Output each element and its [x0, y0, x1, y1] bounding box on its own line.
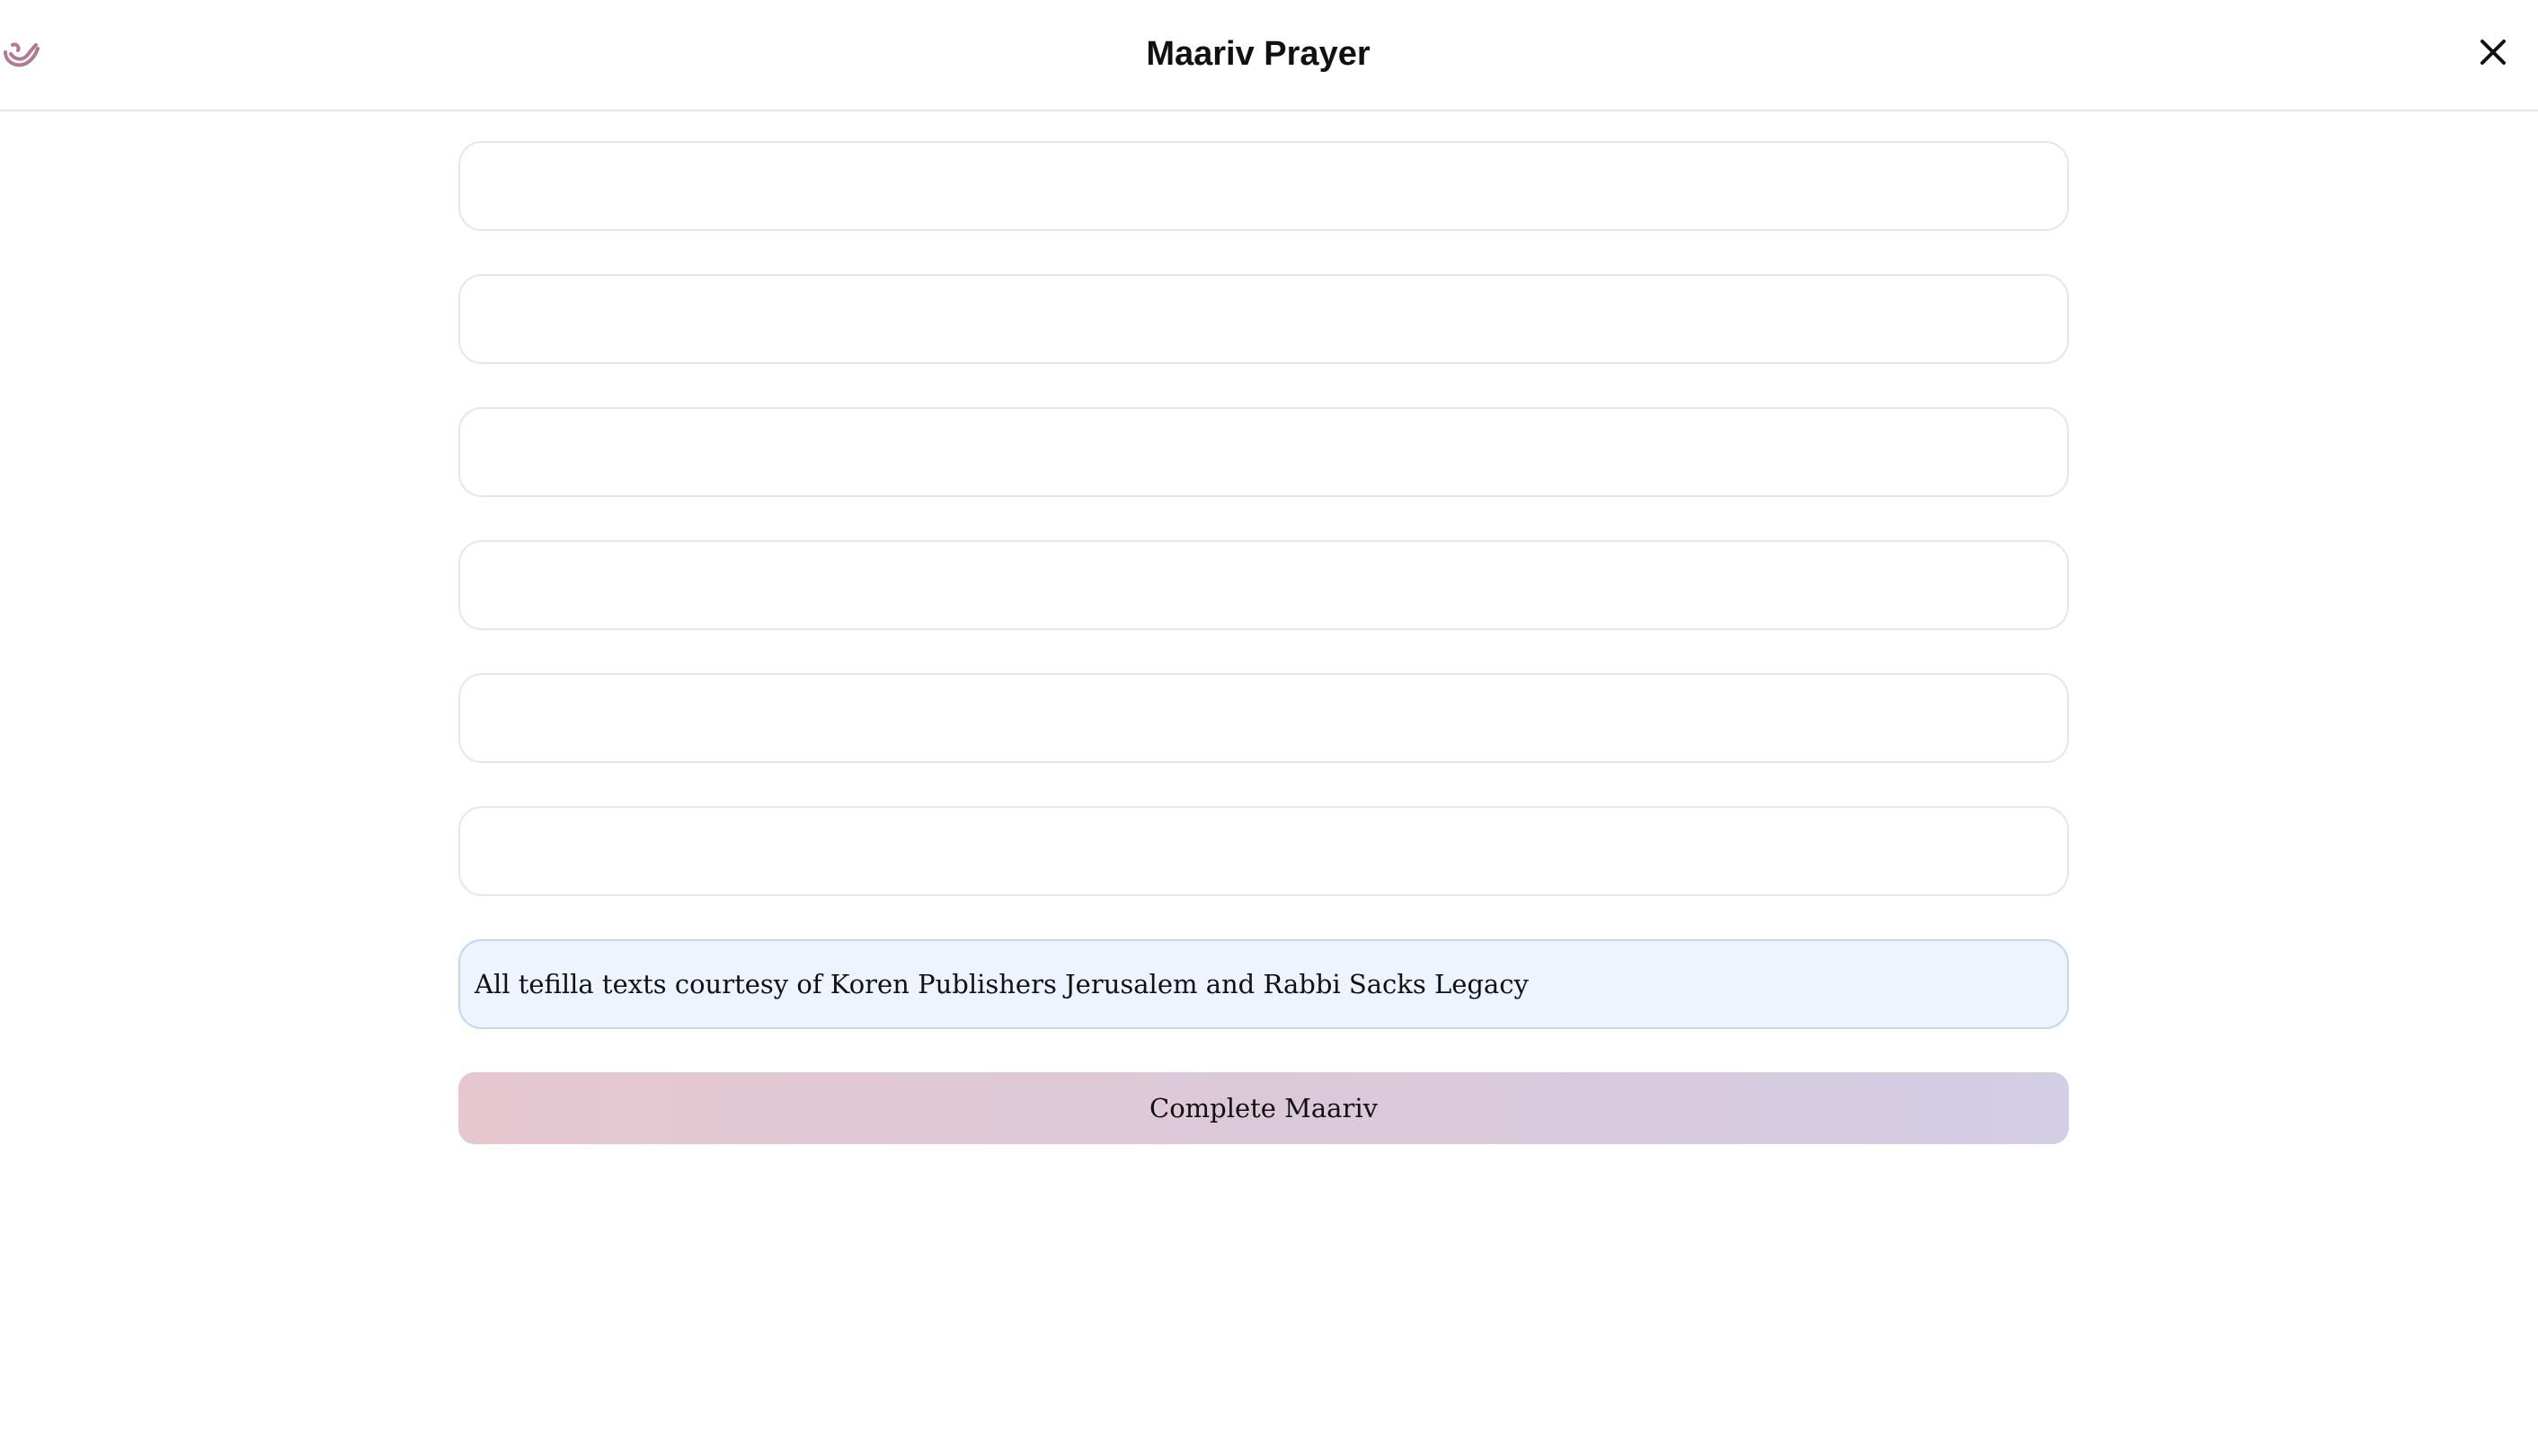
- prayer-section-card[interactable]: [458, 673, 2069, 763]
- app-header: Maariv Prayer: [0, 0, 2538, 111]
- complete-maariv-button[interactable]: Complete Maariv: [458, 1072, 2069, 1144]
- prayer-section-card[interactable]: [458, 806, 2069, 896]
- complete-maariv-label: Complete Maariv: [1149, 1093, 1378, 1123]
- prayer-section-card[interactable]: [458, 540, 2069, 630]
- prayer-section-card[interactable]: [458, 141, 2069, 231]
- credit-text: All tefilla texts courtesy of Koren Publ…: [475, 969, 1529, 999]
- close-icon[interactable]: [2473, 32, 2513, 72]
- prayer-section-card[interactable]: [458, 274, 2069, 364]
- credit-notice: All tefilla texts courtesy of Koren Publ…: [458, 939, 2069, 1029]
- prayer-sections-list: [458, 141, 2069, 939]
- prayer-section-card[interactable]: [458, 407, 2069, 497]
- page-title: Maariv Prayer: [1146, 35, 1371, 73]
